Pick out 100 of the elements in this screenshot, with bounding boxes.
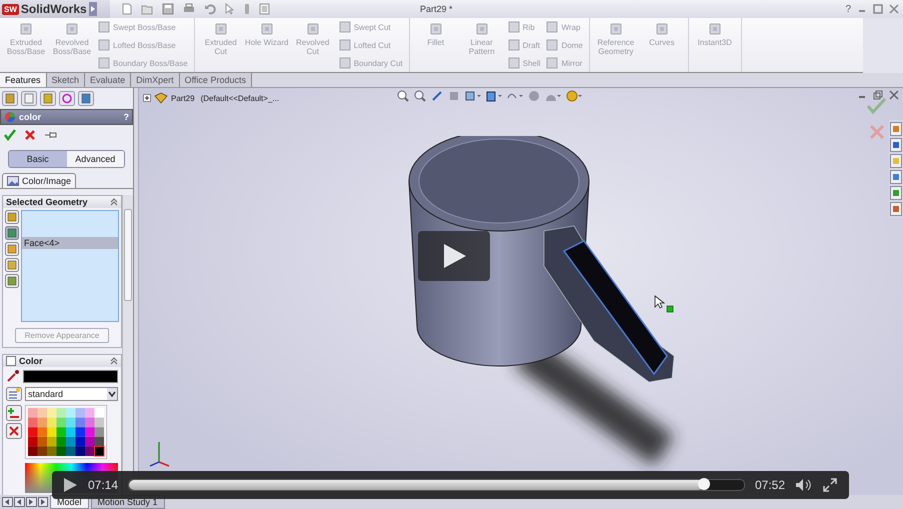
collapse-chevron-icon[interactable] [110,198,118,206]
list-icon[interactable] [259,3,270,15]
progress-track[interactable] [128,479,745,491]
home-icon[interactable] [890,122,902,136]
feature-icon [306,22,320,36]
remove-appearance-button[interactable]: Remove Appearance [15,328,109,343]
image-icon [7,176,19,186]
ribbon-tab[interactable]: Office Products [180,73,252,87]
play-button[interactable] [418,231,490,281]
cancel-x-icon[interactable] [24,129,36,141]
ribbon-tab[interactable]: Evaluate [85,73,132,87]
color-swatch[interactable] [23,370,118,382]
configuration-icon[interactable] [40,91,56,106]
ribbon-button[interactable]: Shell [508,57,540,69]
body-icon[interactable] [5,258,19,272]
surface-icon[interactable] [5,242,19,256]
feature-icon[interactable] [5,274,19,288]
ribbon-button[interactable]: Instant3D [692,20,737,70]
ribbon-button[interactable]: Reference Geometry [594,20,638,70]
ribbon-tab[interactable]: DimXpert [131,73,180,87]
pushpin-icon[interactable] [44,129,58,141]
ribbon-button[interactable]: Boundary Boss/Base [98,57,188,69]
color-wheel-icon [4,111,16,123]
tree-item[interactable]: Part29 [171,94,195,102]
view-orientation-icon[interactable] [465,90,482,102]
mode-toggle[interactable]: Advanced [66,151,124,167]
document-icon[interactable] [890,202,902,216]
help-button[interactable]: ? [124,112,129,122]
property-icon[interactable] [21,91,37,106]
folder-icon[interactable] [890,154,902,168]
feature-icon [546,39,558,51]
ribbon-button[interactable]: Extruded Cut [198,20,243,70]
tab-navigation-arrows-icon[interactable] [2,496,48,508]
expand-icon[interactable] [143,94,151,102]
add-swatch-icon[interactable] [6,405,22,421]
ribbon-button[interactable]: Curves [640,20,684,70]
cursor-icon[interactable] [225,3,235,15]
configuration-label: (Default<<Default>_... [200,94,280,102]
progress-thumb[interactable] [698,478,710,490]
part-icon[interactable] [5,210,19,224]
ribbon-button[interactable]: Extruded Boss/Base [4,20,48,70]
remove-swatch-icon[interactable] [6,423,22,439]
panel-tab[interactable]: Color/Image [2,173,76,188]
ribbon-button[interactable]: Swept Cut [338,21,403,33]
eyedropper-icon[interactable] [6,369,20,383]
lightbulb-icon[interactable] [566,90,582,102]
ribbon-button[interactable]: Lofted Cut [338,39,403,51]
feature-icon [65,22,79,36]
close-icon[interactable] [889,4,899,14]
cube-icon[interactable] [486,90,502,102]
folder-icon[interactable] [141,3,153,15]
checkmark-icon[interactable] [4,129,16,141]
ribbon-button[interactable]: Fillet [414,20,458,70]
selection-list[interactable]: Face<4> [21,210,119,322]
ribbon-button[interactable]: Mirror [546,57,583,69]
color-palette[interactable] [25,405,107,459]
crosshair-icon[interactable] [59,91,75,106]
zoom-fit-icon[interactable] [397,90,410,102]
explorer-icon[interactable] [890,170,902,184]
ribbon-button[interactable]: Wrap [546,21,583,33]
feature-icon [546,57,558,69]
volume-icon[interactable] [795,478,813,492]
checkbox[interactable] [6,356,16,366]
mode-toggle[interactable]: Basic [9,151,66,167]
restore-icon[interactable] [873,90,883,100]
ribbon-button[interactable]: Linear Pattern [460,20,504,70]
help-button[interactable]: ? [845,4,851,14]
ribbon-tab[interactable]: Features [0,73,47,87]
ribbon-button[interactable]: Revolved Boss/Base [50,20,94,70]
feature-icon [508,57,520,69]
display-icon[interactable] [78,91,94,106]
palette-list-icon[interactable] [6,387,22,401]
ribbon-button[interactable]: Hole Wizard [244,20,289,70]
play-icon[interactable] [62,477,78,493]
feature-icon [508,21,520,33]
feature-tree-icon[interactable] [2,91,18,106]
appearance-icon[interactable] [890,186,902,200]
library-icon[interactable] [890,138,902,152]
selection-item[interactable]: Face<4> [22,237,118,249]
maximize-icon[interactable] [873,4,883,14]
face-icon[interactable] [5,226,19,240]
palette-dropdown[interactable]: standard [25,387,118,401]
ribbon-button[interactable]: Lofted Boss/Base [98,39,188,51]
ribbon-tab[interactable]: Sketch [46,73,86,87]
feature-icon [428,22,443,36]
ribbon-button[interactable]: Swept Boss/Base [98,21,188,33]
undo-arrow-icon[interactable] [204,3,216,15]
ribbon-button[interactable]: Rib [508,21,540,33]
page-icon[interactable] [122,3,132,15]
feature-icon [474,22,489,36]
ribbon-button[interactable]: Revolved Cut [290,20,335,70]
fullscreen-icon[interactable] [823,478,837,492]
ribbon-button[interactable]: Dome [546,39,583,51]
zoom-area-icon[interactable] [414,90,426,102]
printer-icon[interactable] [183,3,195,15]
ribbon-button[interactable]: Draft [508,39,540,51]
collapse-chevron-icon[interactable] [110,357,118,365]
ribbon-button[interactable]: Boundary Cut [338,57,403,69]
close-icon[interactable] [889,90,899,100]
feature-icon [98,57,110,69]
